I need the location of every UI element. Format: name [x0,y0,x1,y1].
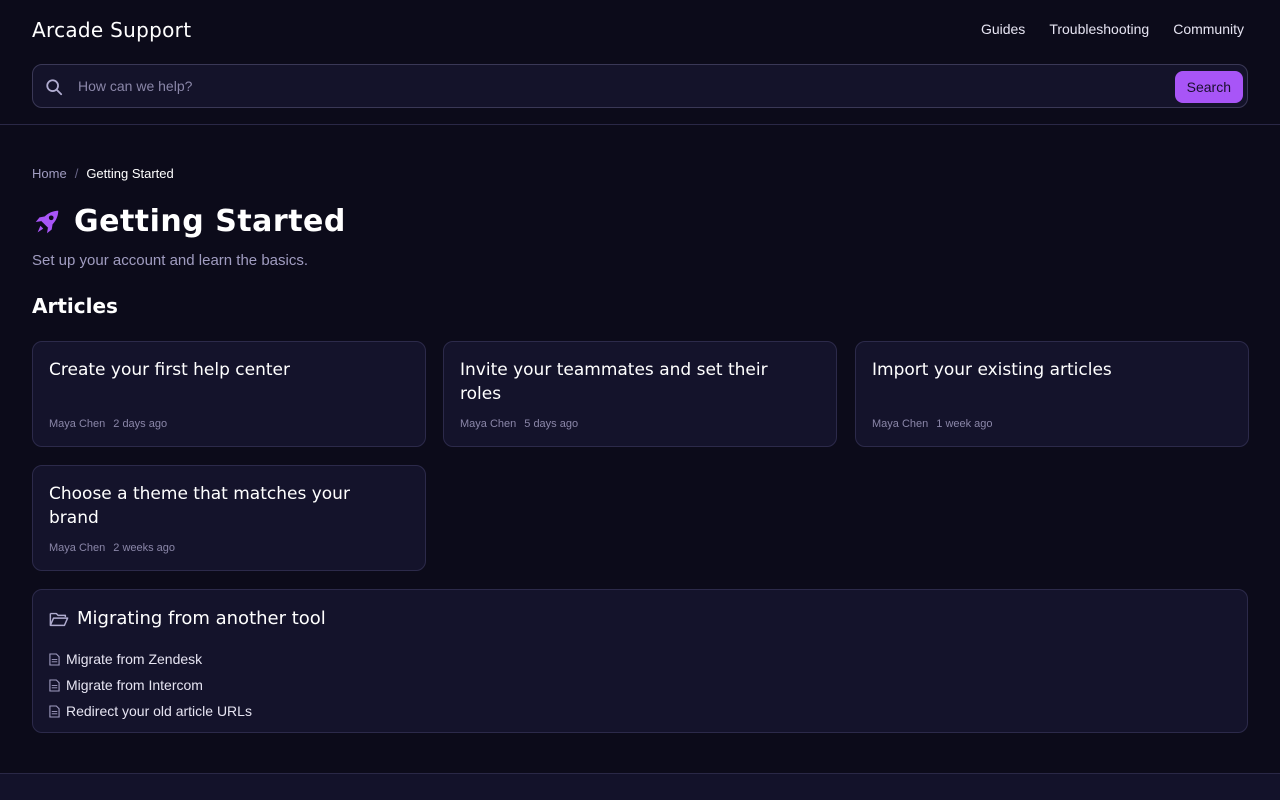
list-item: Migrate from Intercom [49,672,252,698]
list-item: Redirect your old article URLs [49,698,252,724]
folder-title[interactable]: Migrating from another tool [77,608,326,629]
article-meta: Maya Chen 2 weeks ago [49,542,175,554]
article-author: Maya Chen [49,542,106,554]
breadcrumb-current: Getting Started [86,166,174,181]
article-author: Maya Chen [872,418,929,430]
article-author: Maya Chen [49,418,106,430]
list-item: Migrate from Zendesk [49,646,252,672]
breadcrumb: Home / Getting Started [32,166,174,181]
article-time: 2 days ago [113,418,168,430]
search-input[interactable] [76,65,1166,107]
rocket-icon [35,210,59,233]
folder-article-link[interactable]: Migrate from Zendesk [66,651,202,667]
folder-section: Migrating from another tool Migrate from… [32,589,1248,733]
article-card[interactable]: Choose a theme that matches your brand M… [32,465,426,571]
breadcrumb-separator: / [74,166,79,181]
nav-link-guides[interactable]: Guides [981,21,1025,37]
folder-article-link[interactable]: Migrate from Intercom [66,677,203,693]
nav-link-troubleshooting[interactable]: Troubleshooting [1049,21,1149,37]
brand-title[interactable]: Arcade Support [32,18,191,42]
article-meta: Maya Chen 5 days ago [460,418,578,430]
article-card[interactable]: Create your first help center Maya Chen … [32,341,426,447]
search-button[interactable]: Search [1174,71,1243,103]
page-subtitle: Set up your account and learn the basics… [32,252,309,269]
folder-article-link[interactable]: Redirect your old article URLs [66,703,252,719]
search-bar: Search [32,64,1248,108]
page-title: Getting Started [74,204,346,239]
article-time: 5 days ago [524,418,579,430]
site-header: Arcade Support Guides Troubleshooting Co… [0,0,1280,125]
nav-link-community[interactable]: Community [1173,21,1244,37]
folder-article-list: Migrate from Zendesk Migrate from Interc… [49,646,252,724]
folder-open-icon [49,612,69,626]
top-nav: Guides Troubleshooting Community [981,21,1244,37]
document-icon [49,678,60,692]
search-icon [46,79,63,96]
article-time: 1 week ago [936,418,993,430]
article-card[interactable]: Import your existing articles Maya Chen … [855,341,1249,447]
article-author: Maya Chen [460,418,517,430]
article-title[interactable]: Import your existing articles [872,358,1212,382]
article-title[interactable]: Choose a theme that matches your brand [49,482,389,530]
article-meta: Maya Chen 2 days ago [49,418,167,430]
breadcrumb-home[interactable]: Home [32,166,67,181]
page-title-row: Getting Started [32,204,346,239]
article-title[interactable]: Invite your teammates and set their role… [460,358,800,406]
article-card[interactable]: Invite your teammates and set their role… [443,341,837,447]
document-icon [49,704,60,718]
document-icon [49,652,60,666]
article-title[interactable]: Create your first help center [49,358,389,382]
site-footer [0,773,1280,800]
folder-header: Migrating from another tool [49,608,326,629]
article-time: 2 weeks ago [113,542,176,554]
article-meta: Maya Chen 1 week ago [872,418,993,430]
articles-heading: Articles [32,294,118,318]
